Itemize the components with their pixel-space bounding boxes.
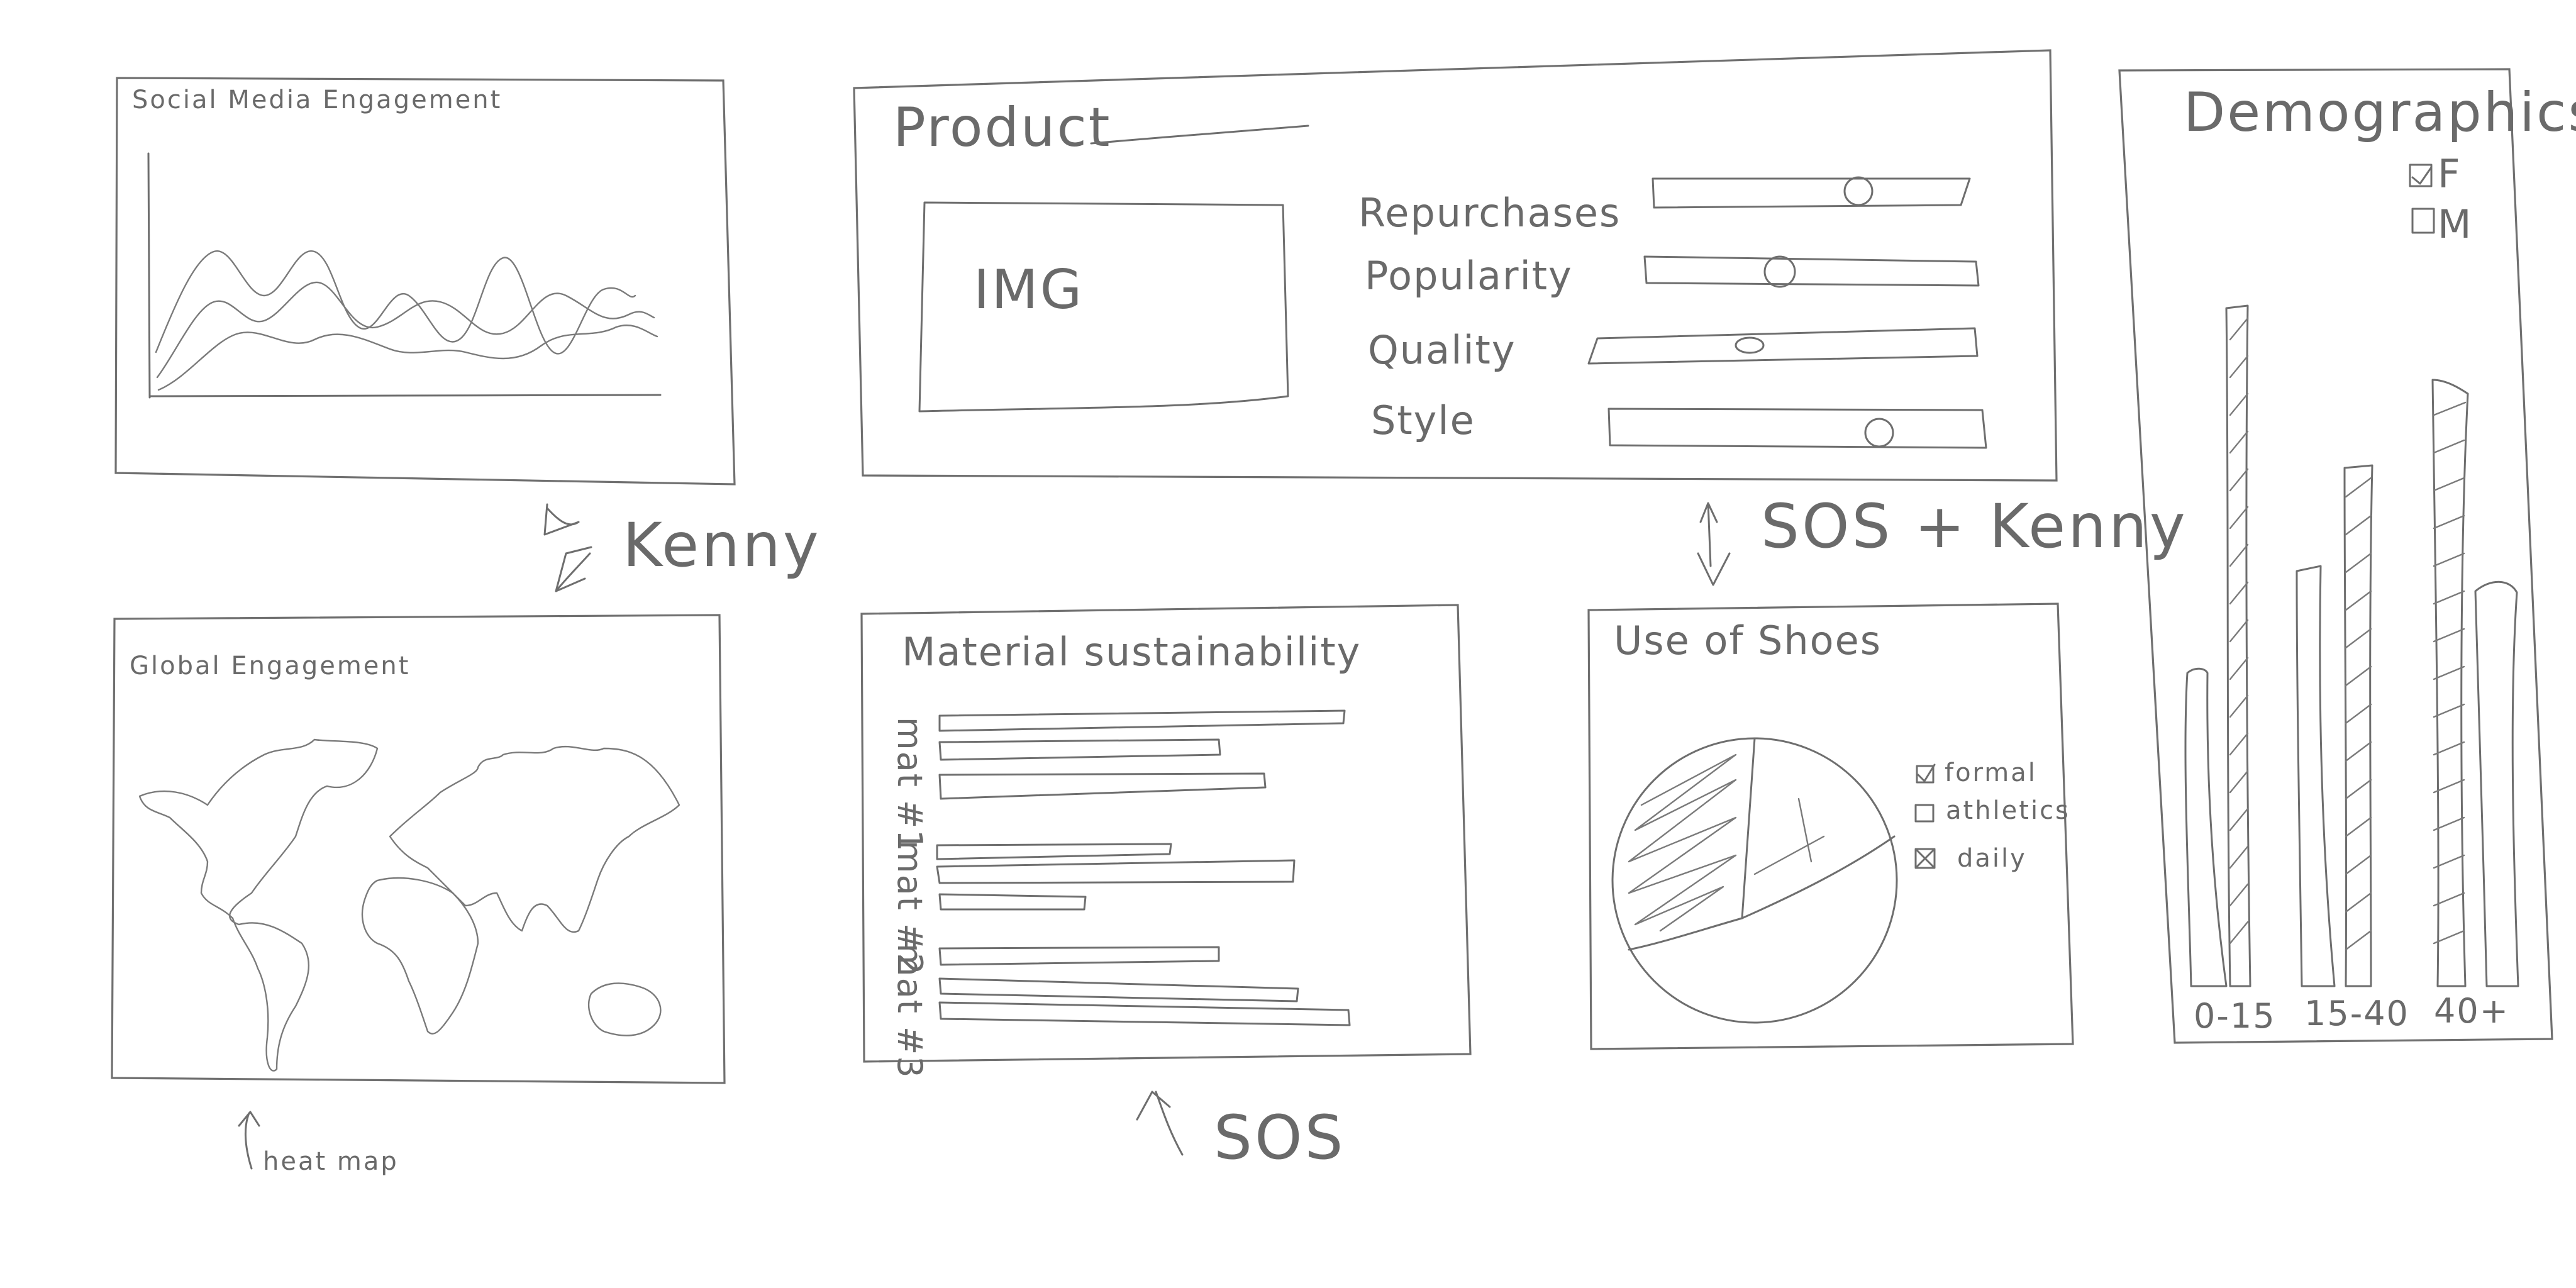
annotation-kenny-text: Kenny [623,510,821,580]
legend-m-label: M [2438,201,2473,247]
annotation-heat-map-text: heat map [263,1147,399,1176]
product-image-placeholder: IMG [974,258,1084,321]
up-arrow-icon [1136,1091,1184,1156]
annotation-kenny: Kenny [543,503,821,592]
annotation-sos-text: SOS [1214,1102,1345,1173]
double-arrow-icon [1697,502,1731,586]
product-panel: Product IMG Repurchases Popularity Quali… [853,49,2058,482]
legend-daily-label: daily [1957,844,2027,873]
legend-formal-label: formal [1945,758,2037,787]
legend-athletics-label: athletics [1946,796,2070,825]
annotation-heat-map: heat map [238,1111,399,1176]
shoes-panel: Use of Shoes formal athletics daily [1587,602,2074,1050]
material-group-1: mat #1 [890,717,930,853]
style-label: Style [1371,397,1475,443]
category-40-plus: 40+ [2434,991,2509,1031]
social-x-axis [148,394,662,397]
demographics-title: Demographics [2184,81,2576,144]
social-title: Social Media Engagement [132,86,502,114]
annotation-sos: SOS [1136,1091,1345,1173]
material-panel: Material sustainability mat #1 mat #2 ma… [860,604,1472,1079]
annotation-sos-kenny-text: SOS + Kenny [1761,491,2188,562]
material-title: Material sustainability [902,629,1361,675]
demographics-panel: Demographics F M 0-15 15-40 40+ [2118,68,2576,1044]
legend-f-label: F [2438,151,2462,197]
category-15-40: 15-40 [2304,994,2409,1033]
popularity-label: Popularity [1365,253,1573,299]
quality-label: Quality [1368,327,1516,373]
annotation-sos-kenny: SOS + Kenny [1697,491,2188,586]
global-engagement-panel: Global Engagement [111,614,726,1084]
material-group-3: mat #3 [890,943,930,1079]
global-title: Global Engagement [130,652,410,680]
category-0-15: 0-15 [2194,996,2276,1036]
product-title: Product [893,96,1112,159]
sketch-canvas: Social Media Engagement Product IMG Repu… [111,49,2576,1176]
social-engagement-panel: Social Media Engagement [114,77,736,486]
up-arrow-icon [238,1111,260,1170]
swap-arrow-icon [543,503,592,592]
repurchases-label: Repurchases [1358,190,1621,236]
shoes-title: Use of Shoes [1614,618,1882,663]
social-y-axis [147,152,151,399]
